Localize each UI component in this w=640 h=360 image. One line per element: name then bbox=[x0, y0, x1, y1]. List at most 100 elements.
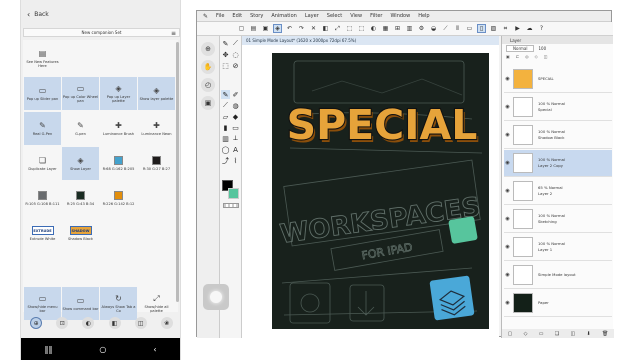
command-cell[interactable]: ◈ Pop up Layer palette bbox=[100, 77, 137, 110]
undo-icon[interactable]: ↶ bbox=[285, 24, 294, 33]
transparent-swatch[interactable] bbox=[223, 203, 239, 208]
command-cell[interactable]: ❏ Duplicate Layer bbox=[24, 147, 61, 180]
line-tool-icon[interactable]: ⤴ bbox=[221, 156, 230, 165]
ruler-tool-icon[interactable]: ⟂ bbox=[231, 134, 240, 143]
command-cell[interactable]: R:25 G:43 B:34 bbox=[62, 182, 99, 215]
layer-row[interactable]: ◉ Simple Mode layout bbox=[504, 262, 612, 289]
command-cell[interactable]: ✚ Luminance Neon bbox=[138, 112, 175, 145]
command-cell[interactable]: R:30 G:27 B:27 bbox=[138, 147, 175, 180]
screen-icon[interactable]: ▭ bbox=[465, 24, 474, 33]
visibility-icon[interactable]: ◉ bbox=[504, 216, 511, 222]
move-tool-icon[interactable]: ✥ bbox=[221, 50, 230, 59]
companion-tool-button[interactable]: ◐ bbox=[82, 317, 95, 329]
menu-icon[interactable]: ≡ bbox=[171, 30, 176, 37]
sub-color-swatch[interactable] bbox=[228, 188, 239, 199]
layer-tab[interactable]: Layer bbox=[502, 36, 613, 44]
layer-row[interactable]: ◉ 100 % Normal Special bbox=[504, 94, 612, 121]
visibility-icon[interactable]: ◉ bbox=[504, 160, 511, 166]
app-logo-icon[interactable]: ✎ bbox=[203, 13, 208, 20]
layer-row[interactable]: ◉ SPECIAL bbox=[504, 66, 612, 93]
timelapse-icon[interactable]: ▶ bbox=[513, 24, 522, 33]
visibility-icon[interactable]: ◉ bbox=[504, 188, 511, 194]
gradient-tool-icon[interactable]: ▮ bbox=[221, 123, 230, 132]
ref-icon[interactable]: ◎ bbox=[525, 54, 531, 59]
zoom-icon[interactable]: ⊕ bbox=[201, 42, 215, 56]
command-cell[interactable]: R:68 G:162 B:205 bbox=[100, 147, 137, 180]
text-tool-icon[interactable]: A bbox=[231, 145, 240, 154]
lock-icon[interactable]: ▣ bbox=[506, 54, 512, 59]
deselect-icon[interactable]: ⬚ bbox=[357, 24, 366, 33]
layer-row[interactable]: ◉ 100 % Normal Shadow Black bbox=[504, 122, 612, 149]
redo-icon[interactable]: ↷ bbox=[297, 24, 306, 33]
new-vector-icon[interactable]: ◇ bbox=[524, 331, 528, 337]
command-cell[interactable]: ▭ Pop up Slider pan bbox=[24, 77, 61, 110]
visibility-icon[interactable]: ◉ bbox=[504, 132, 511, 138]
mesh-icon[interactable]: ▨ bbox=[489, 24, 498, 33]
back-icon[interactable]: ‹ bbox=[27, 10, 30, 19]
copy-layer-icon[interactable]: ❏ bbox=[555, 331, 559, 337]
frame-tool-icon[interactable]: ▥ bbox=[221, 134, 230, 143]
recent-apps-icon[interactable]: ‖‖ bbox=[44, 345, 52, 354]
command-cell[interactable]: ◈ Show Layer bbox=[62, 147, 99, 180]
clip-icon[interactable]: ⊏ bbox=[516, 54, 521, 59]
pen-tool-icon[interactable]: ✎ bbox=[221, 39, 230, 48]
merge-icon[interactable]: ⬇ bbox=[587, 331, 591, 337]
fill-icon[interactable]: ◧ bbox=[321, 24, 330, 33]
invert-icon[interactable]: ◐ bbox=[369, 24, 378, 33]
layer-palette-icon[interactable]: ◈ bbox=[273, 24, 282, 33]
cloud-icon[interactable]: ☁ bbox=[525, 24, 534, 33]
fill-bucket-icon[interactable]: ◆ bbox=[231, 112, 240, 121]
select-tool-icon[interactable]: ⬚ bbox=[221, 61, 230, 70]
ruler-icon[interactable]: ▥ bbox=[405, 24, 414, 33]
figure-tool-icon[interactable]: ▭ bbox=[231, 123, 240, 132]
document-tab[interactable]: 01 Simple Mode Layout* (1620 x 2000px 72… bbox=[242, 36, 499, 45]
visibility-icon[interactable]: ◉ bbox=[504, 244, 511, 250]
hand-icon[interactable]: ✋ bbox=[201, 60, 215, 74]
grid-scrollbar[interactable] bbox=[176, 42, 179, 302]
opacity-value[interactable]: 100 bbox=[538, 46, 546, 51]
layer-row[interactable]: ◉ 100 % Normal Layer 1 bbox=[504, 234, 612, 261]
menu-item[interactable]: Select bbox=[327, 13, 342, 19]
command-cell[interactable]: ✚ Luminance Brush bbox=[100, 112, 137, 145]
help-icon[interactable]: ? bbox=[537, 24, 546, 33]
visibility-icon[interactable]: ◉ bbox=[504, 76, 511, 82]
brush-tool-icon[interactable]: ⟋ bbox=[231, 39, 240, 48]
screen-toggle-icon[interactable]: ▣ bbox=[201, 96, 215, 110]
new-layer-icon[interactable]: ▢ bbox=[508, 331, 513, 337]
menu-item[interactable]: Story bbox=[250, 13, 263, 19]
companion-tool-button[interactable]: ⊕ bbox=[30, 317, 43, 329]
canvas-area[interactable]: WORKSPACES FOR IPAD SPECIAL SPECIAL bbox=[242, 45, 499, 338]
new-folder-icon[interactable]: ▭ bbox=[539, 331, 544, 337]
mask-add-icon[interactable]: ◫ bbox=[571, 331, 576, 337]
draft-icon[interactable]: ◇ bbox=[535, 54, 540, 59]
pencil-tool-icon[interactable]: ✎ bbox=[221, 90, 230, 99]
balloon-tool-icon[interactable]: ◯ bbox=[221, 145, 230, 154]
back-button[interactable]: Back bbox=[34, 11, 49, 18]
save-icon[interactable]: ▣ bbox=[261, 24, 270, 33]
eraser-icon[interactable]: ▱ bbox=[221, 112, 230, 121]
visibility-icon[interactable]: ◉ bbox=[504, 104, 511, 110]
transform-icon[interactable]: ⤢ bbox=[333, 24, 342, 33]
mask-icon[interactable]: ◫ bbox=[544, 54, 550, 59]
home-icon[interactable]: ○ bbox=[99, 345, 106, 354]
command-cell[interactable]: ✎ Real G-Pen bbox=[24, 112, 61, 145]
command-cell[interactable]: ▭ Pop up Color Wheel pan bbox=[62, 77, 99, 110]
assistive-touch-button[interactable] bbox=[203, 284, 229, 310]
layer-row[interactable]: ◉ 100 % Normal Layer 2 Copy bbox=[504, 150, 612, 177]
command-cell[interactable]: ◈ Show layer palette bbox=[138, 77, 175, 110]
eyedropper-icon[interactable]: ⊘ bbox=[231, 61, 240, 70]
symmetry-icon[interactable]: ⫴ bbox=[453, 24, 462, 33]
command-cell[interactable]: ✎ G-pen bbox=[62, 112, 99, 145]
menu-item[interactable]: Edit bbox=[232, 13, 242, 19]
menu-item[interactable]: Help bbox=[418, 13, 429, 19]
blend-mode-dropdown[interactable]: Normal bbox=[506, 44, 535, 52]
command-cell[interactable]: EXTRUDE Extrude White bbox=[24, 217, 61, 250]
menu-item[interactable]: Filter bbox=[370, 13, 382, 19]
show-area-icon[interactable]: ▦ bbox=[381, 24, 390, 33]
companion-tool-button[interactable]: ❀ bbox=[160, 317, 173, 329]
selection-icon[interactable]: ⬚ bbox=[345, 24, 354, 33]
command-cell[interactable]: R:226 G:142 B:12 bbox=[100, 182, 137, 215]
visibility-icon[interactable]: ◉ bbox=[504, 272, 511, 278]
companion-tool-button[interactable]: ◫ bbox=[134, 317, 147, 329]
settings-icon[interactable]: ⚙ bbox=[417, 24, 426, 33]
